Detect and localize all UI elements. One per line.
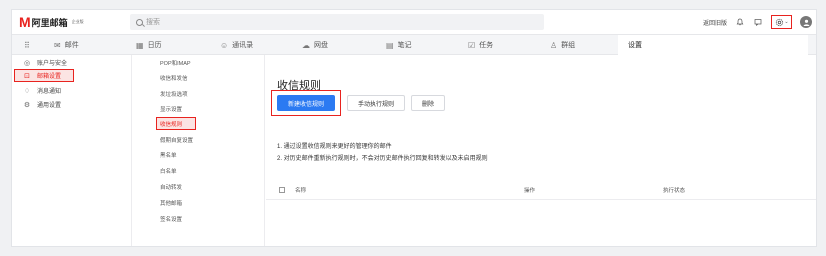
mailbox-icon: ⊡ xyxy=(24,72,30,80)
grid-icon: ⠿ xyxy=(24,40,30,50)
checkbox[interactable] xyxy=(279,187,285,193)
chevron-down-icon: ⌄ xyxy=(784,19,789,25)
tab-label: 任务 xyxy=(479,42,494,49)
tasks-icon: ☑ xyxy=(468,40,476,50)
app-window: M 阿里邮箱 企业版 搜索 返回旧版 ⌄ ⠿ ✉ 邮件 ▦ 日历 ☺ 通讯录 ☁… xyxy=(11,9,817,247)
settings-sidebar: ◎ 账户与安全 ⊡ 邮箱设置 ♢ 消息通知 ⚙ 通用设置 xyxy=(12,55,132,246)
top-right-tools: 返回旧版 ⌄ xyxy=(703,14,812,30)
gear-icon: ⚙ xyxy=(23,101,31,109)
new-rule-button[interactable]: 新建收信规则 xyxy=(277,95,336,111)
gear-icon xyxy=(774,17,784,27)
submenu-item-other-mailboxes[interactable]: 其他邮箱 xyxy=(132,196,265,209)
logo-sub: 企业版 xyxy=(71,19,84,24)
notes-icon: ▤ xyxy=(386,40,394,50)
search-icon xyxy=(136,18,143,26)
tab-mail[interactable]: ✉ 邮件 xyxy=(54,35,79,55)
sidebar-item-general[interactable]: ⚙ 通用设置 xyxy=(12,98,127,111)
tab-groups[interactable]: ♙ 群组 xyxy=(550,35,575,55)
brand-logo[interactable]: M 阿里邮箱 企业版 xyxy=(19,15,84,29)
run-rules-button[interactable]: 手动执行规则 xyxy=(347,95,406,111)
contacts-icon: ☺ xyxy=(220,40,229,50)
apps-grid[interactable]: ⠿ xyxy=(24,35,34,55)
tab-label: 群组 xyxy=(561,42,576,49)
mail-icon: ✉ xyxy=(54,40,61,50)
sidebar-item-label: 通用设置 xyxy=(37,103,62,109)
tab-tasks[interactable]: ☑ 任务 xyxy=(468,35,493,55)
tab-contacts[interactable]: ☺ 通讯录 xyxy=(220,35,253,55)
tab-notes[interactable]: ▤ 笔记 xyxy=(386,35,412,55)
tip-line: 2. 对历史邮件重新执行规则时，不会对历史邮件执行回复和转发以及未启用规则 xyxy=(277,156,488,162)
search-box[interactable]: 搜索 xyxy=(130,14,544,30)
sidebar-item-label: 邮箱设置 xyxy=(37,74,62,80)
rules-panel: 收信规则 新建收信规则 手动执行规则 删除 1. 通过设置收信规则来更好的管理你… xyxy=(266,55,816,246)
old-version-link[interactable]: 返回旧版 xyxy=(703,18,727,27)
select-all-checkbox[interactable] xyxy=(279,180,285,200)
account-icon: ◎ xyxy=(23,59,31,67)
tab-settings[interactable]: 设置 xyxy=(618,35,808,55)
logo-text: 阿里邮箱 xyxy=(31,17,68,28)
submenu-item-send-receive[interactable]: 收信和发信 xyxy=(132,71,265,84)
submenu-item-signature[interactable]: 签名设置 xyxy=(132,212,265,225)
mailbox-submenu: POP和IMAP 收信和发信 发垃圾选项 显示设置 收信规则 假期自复设置 黑名… xyxy=(132,55,265,246)
search-placeholder: 搜索 xyxy=(146,19,160,26)
sidebar-item-label: 账户与安全 xyxy=(37,61,68,67)
sidebar-item-mailbox-settings[interactable]: ⊡ 邮箱设置 xyxy=(14,69,74,82)
tab-label: 日历 xyxy=(147,42,162,49)
column-status: 执行状态 xyxy=(663,188,686,194)
group-icon: ♙ xyxy=(550,40,558,50)
rules-toolbar: 新建收信规则 手动执行规则 删除 xyxy=(271,90,446,116)
submenu-item-spam[interactable]: 发垃圾选项 xyxy=(132,87,265,100)
tab-label: 网盘 xyxy=(314,42,328,49)
sidebar-item-label: 消息通知 xyxy=(37,89,62,95)
chat-icon[interactable] xyxy=(753,17,763,27)
cloud-icon: ☁ xyxy=(302,40,310,50)
rules-table-header: 名称 操作 执行状态 xyxy=(266,180,816,200)
column-action: 操作 xyxy=(524,188,536,194)
submenu-item-blacklist[interactable]: 黑名单 xyxy=(132,148,265,161)
tab-calendar[interactable]: ▦ 日历 xyxy=(136,35,162,55)
sidebar-item-notifications[interactable]: ♢ 消息通知 xyxy=(12,84,127,97)
submenu-item-vacation-reply[interactable]: 假期自复设置 xyxy=(132,133,265,146)
bell-icon: ♢ xyxy=(23,87,31,95)
submenu-item-rules[interactable]: 收信规则 xyxy=(156,117,196,130)
tip-line: 1. 通过设置收信规则来更好的管理你的邮件 xyxy=(277,144,392,150)
tab-drive[interactable]: ☁ 网盘 xyxy=(302,35,328,55)
bell-icon[interactable] xyxy=(735,17,745,27)
new-rule-highlight: 新建收信规则 xyxy=(271,90,342,116)
submenu-item-auto-forward[interactable]: 自动转发 xyxy=(132,180,265,193)
submenu-item-pop-imap[interactable]: POP和IMAP xyxy=(132,56,265,69)
rules-tips: 1. 通过设置收信规则来更好的管理你的邮件 2. 对历史邮件重新执行规则时，不会… xyxy=(277,141,488,165)
tab-label: 通讯录 xyxy=(232,42,254,49)
logo-mark: M xyxy=(19,14,31,30)
calendar-icon: ▦ xyxy=(136,40,144,50)
settings-button[interactable]: ⌄ xyxy=(771,15,792,29)
tab-label: 设置 xyxy=(628,42,642,49)
module-nav: ⠿ ✉ 邮件 ▦ 日历 ☺ 通讯录 ☁ 网盘 ▤ 笔记 ☑ 任务 ♙ 群组 设置 xyxy=(12,34,816,55)
top-bar: M 阿里邮箱 企业版 搜索 返回旧版 ⌄ xyxy=(12,10,816,34)
tab-label: 邮件 xyxy=(64,42,79,49)
tab-label: 笔记 xyxy=(397,42,412,49)
user-avatar[interactable] xyxy=(800,16,812,28)
sidebar-item-account-security[interactable]: ◎ 账户与安全 xyxy=(12,56,127,69)
delete-button[interactable]: 删除 xyxy=(411,95,446,111)
column-name: 名称 xyxy=(295,188,307,194)
submenu-item-whitelist[interactable]: 白名单 xyxy=(132,164,265,177)
submenu-item-display[interactable]: 显示设置 xyxy=(132,102,265,115)
